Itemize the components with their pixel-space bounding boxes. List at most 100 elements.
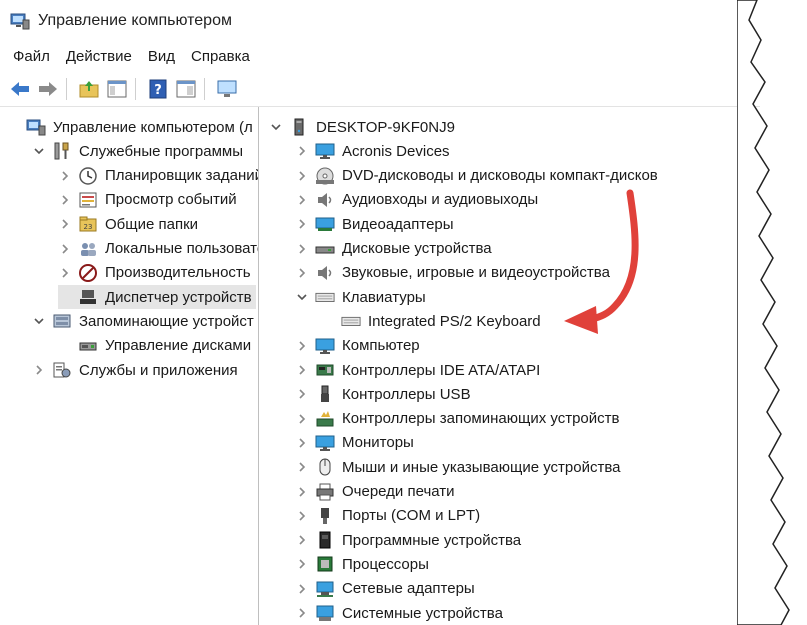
console-tree-item[interactable]: Просмотр событий (58, 188, 237, 212)
console-tree-label: Общие папки (105, 215, 199, 233)
device-tree-item[interactable]: Acronis Devices (295, 139, 450, 163)
console-tree-item[interactable]: 23 Общие папки (58, 212, 198, 236)
computer-management-icon (26, 117, 46, 137)
device-tree-item[interactable]: Integrated PS/2 Keyboard (321, 309, 541, 333)
device-tree-item[interactable]: Контроллеры USB (295, 382, 471, 406)
computer-management-icon (10, 13, 30, 30)
chevron-right-icon[interactable] (295, 509, 309, 523)
chevron-right-icon[interactable] (295, 266, 309, 280)
window-title: Управление компьютером (38, 12, 232, 29)
chevron-right-icon[interactable] (58, 169, 72, 183)
device-tree-item[interactable]: DVD-дисководы и дисководы компакт-дисков (295, 164, 658, 188)
device-tree-item[interactable]: Контроллеры IDE ATA/ATAPI (295, 358, 540, 382)
pc-icon (289, 117, 309, 137)
chevron-right-icon[interactable] (295, 193, 309, 207)
chevron-right-icon[interactable] (58, 217, 72, 231)
device-tree-item[interactable]: Очереди печати (295, 480, 455, 504)
device-tree-item[interactable]: Дисковые устройства (295, 237, 492, 261)
console-tree-item[interactable]: Службы и приложения (32, 358, 238, 382)
dvd-icon (315, 166, 335, 186)
system-device-icon (315, 603, 335, 623)
chevron-right-icon[interactable] (295, 242, 309, 256)
device-tree-item[interactable]: Видеоадаптеры (295, 212, 454, 236)
help-button[interactable]: ? (146, 77, 170, 101)
chevron-down-icon[interactable] (295, 290, 309, 304)
device-tree-label: Мыши и иные указывающие устройства (342, 458, 621, 476)
chevron-right-icon[interactable] (295, 485, 309, 499)
console-tree-label: Локальные пользовате (105, 240, 259, 257)
chevron-right-icon[interactable] (295, 217, 309, 231)
device-tree-item[interactable]: Процессоры (295, 552, 429, 576)
console-tree-item[interactable]: Управление дисками (58, 334, 251, 358)
device-tree-item[interactable]: Аудиовходы и аудиовыходы (295, 188, 538, 212)
device-tree-label: DESKTOP-9KF0NJ9 (316, 118, 455, 136)
up-folder-button[interactable] (77, 77, 101, 101)
svg-text:23: 23 (84, 223, 93, 231)
device-tree-label: Программные устройства (342, 531, 522, 549)
console-tree-label: Служебные программы (79, 142, 243, 160)
chevron-right-icon[interactable] (32, 363, 46, 377)
console-tree-item[interactable]: Диспетчер устройств (58, 285, 256, 310)
device-tree-item[interactable]: Клавиатуры (295, 285, 426, 309)
device-tree-item[interactable]: Сетевые адаптеры (295, 577, 475, 601)
monitor-icon (315, 433, 335, 453)
chevron-down-icon[interactable] (32, 314, 46, 328)
console-tree-label: Службы и приложения (79, 361, 238, 379)
chevron-right-icon[interactable] (295, 582, 309, 596)
console-tree-label: Производительность (105, 264, 251, 282)
device-tree-item[interactable]: Программные устройства (295, 528, 521, 552)
device-tree-label: Очереди печати (342, 483, 455, 500)
device-tree-item[interactable]: Компьютер (295, 334, 420, 358)
chevron-right-icon[interactable] (295, 557, 309, 571)
port-icon (315, 506, 335, 526)
device-tree-item[interactable]: Мониторы (295, 431, 414, 455)
forward-button[interactable] (36, 77, 60, 101)
menu-help[interactable]: Справка (183, 48, 258, 65)
chevron-right-icon[interactable] (295, 436, 309, 450)
back-button[interactable] (8, 77, 32, 101)
console-tree-item[interactable]: Запоминающие устройст (32, 309, 254, 333)
device-tree-item[interactable]: Системные устройства (295, 601, 503, 625)
console-tree-item[interactable]: Производительность (58, 261, 251, 285)
no-chevron (6, 120, 20, 134)
chevron-right-icon[interactable] (295, 339, 309, 353)
title-bar: Управление компьютером (0, 0, 760, 42)
menu-view[interactable]: Вид (140, 48, 183, 65)
menu-file[interactable]: Файл (0, 48, 58, 65)
chevron-right-icon[interactable] (295, 144, 309, 158)
console-tree-label: Управление компьютером (л (53, 118, 253, 136)
console-tree-item[interactable]: Управление компьютером (л (6, 115, 253, 139)
no-chevron (58, 339, 72, 353)
menu-action[interactable]: Действие (58, 48, 140, 65)
show-hide-tree-button[interactable] (105, 77, 129, 101)
device-tree-label: Контроллеры USB (342, 385, 471, 403)
chevron-right-icon[interactable] (58, 193, 72, 207)
console-tree-item[interactable]: Служебные программы (32, 139, 243, 163)
console-tree-item[interactable]: Локальные пользовате (58, 237, 259, 261)
speaker-icon (315, 190, 335, 210)
properties-button[interactable] (174, 77, 198, 101)
chevron-down-icon[interactable] (269, 120, 283, 134)
help-icon: ? (149, 79, 167, 99)
chevron-right-icon[interactable] (295, 460, 309, 474)
annotation-arrow (564, 189, 639, 334)
console-tree-label: Управление дисками (105, 337, 252, 355)
chevron-down-icon[interactable] (32, 144, 46, 158)
keyboard-icon (341, 311, 361, 331)
chevron-right-icon[interactable] (295, 169, 309, 183)
console-tree-item[interactable]: Планировщик заданий (58, 164, 259, 188)
device-tree-item[interactable]: DESKTOP-9KF0NJ9 (269, 115, 455, 139)
console-tree-label: Планировщик заданий (105, 167, 259, 185)
menu-bar: Файл Действие Вид Справка (0, 42, 760, 70)
chevron-right-icon[interactable] (58, 242, 72, 256)
chevron-right-icon[interactable] (58, 266, 72, 280)
chevron-right-icon[interactable] (295, 606, 309, 620)
chevron-right-icon[interactable] (295, 533, 309, 547)
device-tree-item[interactable]: Порты (COM и LPT) (295, 504, 480, 528)
scan-hardware-button[interactable] (215, 77, 239, 101)
device-tree-item[interactable]: Мыши и иные указывающие устройства (295, 455, 620, 479)
chevron-right-icon[interactable] (295, 387, 309, 401)
device-tree-item[interactable]: Контроллеры запоминающих устройств (295, 407, 619, 431)
chevron-right-icon[interactable] (295, 363, 309, 377)
chevron-right-icon[interactable] (295, 412, 309, 426)
